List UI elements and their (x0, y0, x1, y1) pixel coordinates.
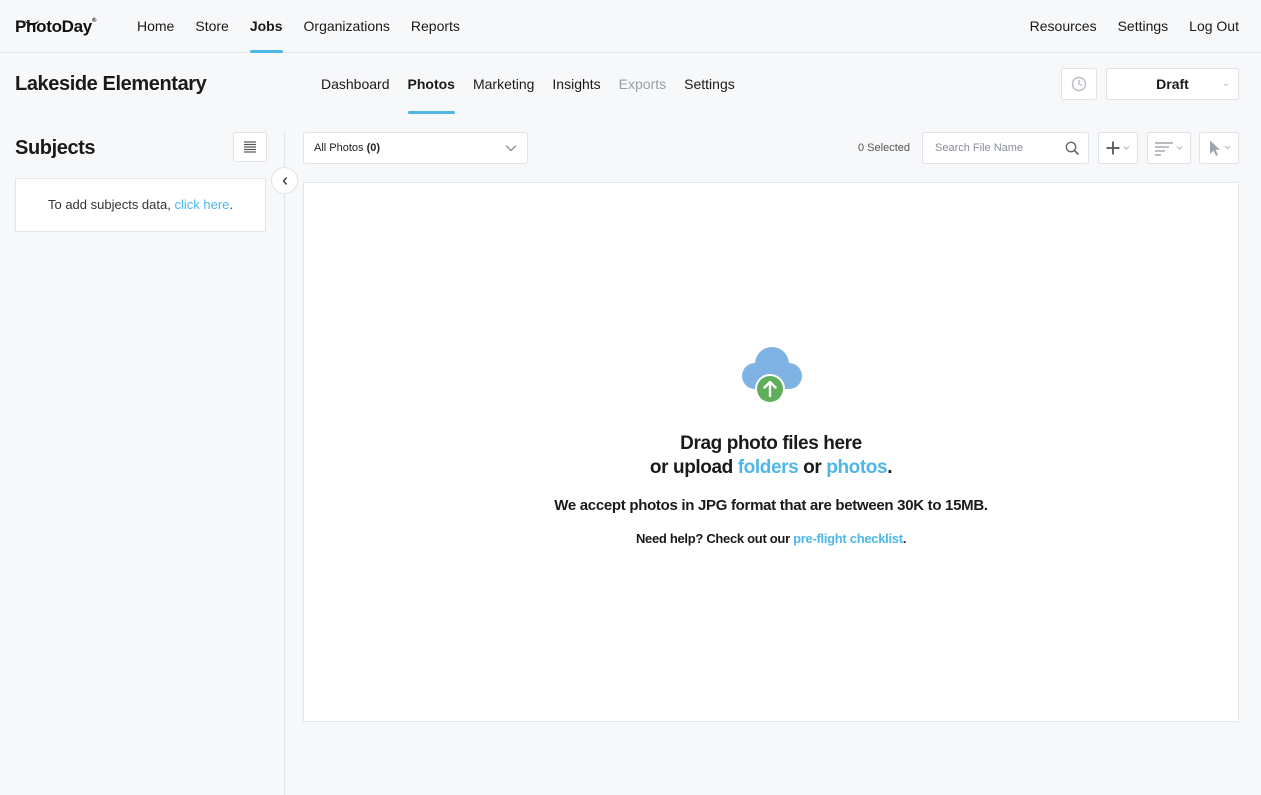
plus-icon (1106, 141, 1130, 155)
subjects-empty-text: To add subjects data, (47, 197, 175, 212)
nav-log-out[interactable]: Log Out (1189, 0, 1239, 53)
sort-button[interactable] (1147, 132, 1191, 164)
nav-resources[interactable]: Resources (1030, 0, 1097, 53)
dropzone-upload-line: or upload folders or photos. (304, 457, 1238, 479)
filter-count: (0) (366, 142, 381, 154)
tab-exports: Exports (618, 76, 667, 92)
nav-settings[interactable]: Settings (1118, 0, 1169, 53)
chevron-down-icon (505, 145, 517, 152)
main-nav: Home Store Jobs Organizations Reports (137, 0, 481, 53)
help-prefix: Need help? Check out our (635, 531, 794, 546)
logo-registered-mark: ® (91, 18, 97, 24)
sort-icon (1155, 142, 1183, 156)
help-suffix: . (902, 531, 907, 546)
chevron-down-icon: ⌄ (1221, 78, 1230, 89)
filter-label: All Photos (314, 142, 364, 154)
history-button[interactable] (1061, 68, 1097, 100)
nav-jobs[interactable]: Jobs (249, 0, 283, 53)
search-input[interactable] (935, 133, 1060, 163)
job-status-select[interactable]: Draft ⌄ (1106, 68, 1239, 100)
file-requirements: We accept photos in JPG format that are … (554, 497, 988, 514)
collapse-sidebar-button[interactable] (271, 167, 298, 194)
select-mode-button[interactable] (1199, 132, 1239, 164)
tab-marketing[interactable]: Marketing (473, 65, 534, 114)
tab-dashboard[interactable]: Dashboard (321, 65, 390, 114)
subjects-empty-state: To add subjects data, click here. (15, 178, 266, 232)
nav-organizations[interactable]: Organizations (304, 0, 390, 53)
search-field (922, 132, 1089, 164)
cloud-upload-icon (742, 347, 802, 404)
clock-icon (1071, 76, 1087, 92)
search-icon[interactable] (1065, 141, 1079, 155)
job-title: Lakeside Elementary (15, 73, 207, 95)
upload-prefix: or upload (649, 457, 738, 478)
tab-insights[interactable]: Insights (552, 65, 600, 114)
subjects-list-button[interactable] (233, 132, 267, 162)
upload-folders-link[interactable]: folders (738, 457, 799, 478)
job-tabs: Dashboard Photos Marketing Insights Expo… (321, 65, 753, 114)
nav-store[interactable]: Store (195, 0, 228, 53)
subjects-heading: Subjects (15, 137, 96, 159)
photo-dropzone[interactable]: Drag photo files here or upload folders … (303, 182, 1239, 722)
account-nav: Resources Settings Log Out (1009, 0, 1239, 53)
photo-filter-select[interactable]: All Photos (0) (303, 132, 528, 164)
upload-suffix: . (887, 457, 893, 478)
preflight-checklist-link[interactable]: pre-flight checklist (793, 531, 903, 546)
nav-reports[interactable]: Reports (411, 0, 460, 53)
top-navigation: PhotoDay® Home Store Jobs Organizations … (0, 0, 1261, 53)
upload-or: or (798, 457, 827, 478)
subjects-empty-suffix: . (229, 197, 234, 212)
selected-count: 0 Selected (858, 142, 910, 154)
dropzone-heading: Drag photo files here (680, 433, 862, 454)
chevron-left-icon (282, 176, 287, 185)
tab-settings[interactable]: Settings (684, 65, 735, 114)
cursor-icon (1210, 140, 1231, 156)
photoday-app: PhotoDay® Home Store Jobs Organizations … (0, 0, 1261, 795)
list-icon (244, 141, 256, 153)
add-button[interactable] (1098, 132, 1138, 164)
upload-photos-link[interactable]: photos (826, 457, 887, 478)
sidebar-divider (284, 131, 285, 795)
job-status-value: Draft (1156, 76, 1189, 92)
add-subjects-link[interactable]: click here (174, 197, 229, 212)
nav-home[interactable]: Home (137, 0, 174, 53)
tab-photos[interactable]: Photos (407, 65, 456, 114)
help-line: Need help? Check out our pre-flight chec… (304, 531, 1238, 546)
